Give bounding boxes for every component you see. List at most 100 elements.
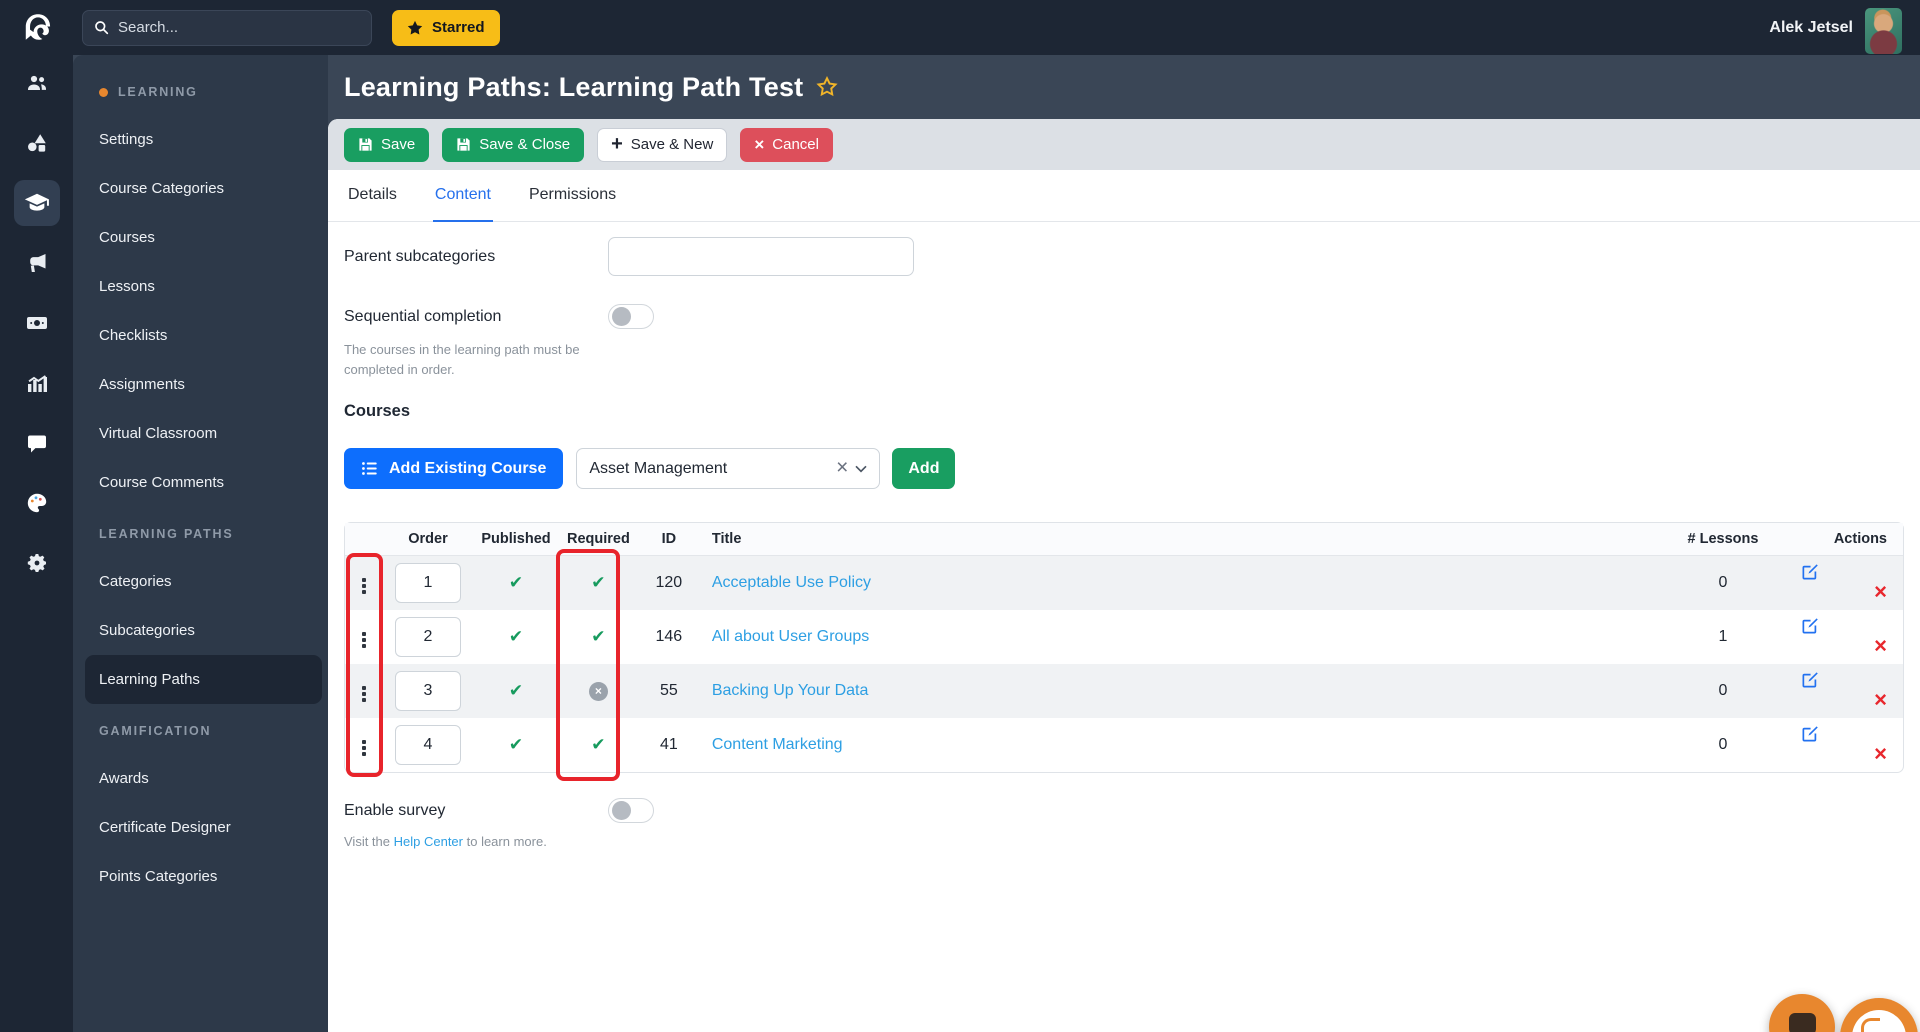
save-and-new-button[interactable]: + Save & New <box>597 127 728 162</box>
course-link[interactable]: Acceptable Use Policy <box>712 574 871 591</box>
order-cell <box>383 556 473 610</box>
required-cell: ✔ <box>559 556 638 610</box>
drag-handle-icon[interactable] <box>358 682 370 706</box>
add-existing-course-button[interactable]: Add Existing Course <box>344 448 564 489</box>
published-check-icon: ✔ <box>508 573 524 593</box>
search-box <box>82 9 372 46</box>
search-input[interactable] <box>118 19 360 36</box>
actions-cell: × <box>1793 556 1903 610</box>
sequential-completion-label: Sequential completion <box>344 307 502 325</box>
sidebar-item-virtual-classroom[interactable]: Virtual Classroom <box>73 409 328 458</box>
table-body: ✔ ✔ 120 Acceptable Use Policy 0 × ✔ ✔ 146 All abo… <box>345 556 1903 772</box>
tab-content[interactable]: Content <box>432 170 493 222</box>
save-and-close-button[interactable]: Save & Close <box>442 127 585 162</box>
course-select-value: Asset Management <box>589 459 728 477</box>
table-row: ✔ × 55 Backing Up Your Data 0 × <box>345 664 1903 718</box>
app-logo-icon[interactable] <box>20 10 56 46</box>
rail-users-icon[interactable] <box>14 60 60 106</box>
column-header-drag <box>345 523 383 556</box>
main: Learning Paths: Learning Path Test Save … <box>328 55 1920 1032</box>
avatar[interactable] <box>1865 7 1902 54</box>
rail-payments-icon[interactable] <box>14 300 60 346</box>
delete-icon[interactable]: × <box>1874 633 1887 658</box>
rail-graduation-cap-icon[interactable] <box>13 180 60 226</box>
drag-handle-icon[interactable] <box>358 628 370 652</box>
drag-cell <box>345 610 383 664</box>
starred-button[interactable]: Starred <box>392 9 500 46</box>
published-cell: ✔ <box>473 556 559 610</box>
enable-survey-label: Enable survey <box>344 801 446 819</box>
required-check-icon: ✔ <box>591 573 606 593</box>
enable-survey-row: Enable survey <box>344 798 1904 823</box>
required-cell: ✔ <box>559 718 638 772</box>
tab-permissions[interactable]: Permissions <box>527 170 618 222</box>
topbar: Starred Alek Jetsel <box>0 0 1920 55</box>
drag-cell <box>345 664 383 718</box>
sidebar-item-lessons[interactable]: Lessons <box>73 262 328 311</box>
sidebar-item-checklists[interactable]: Checklists <box>73 311 328 360</box>
published-cell: ✔ <box>473 664 559 718</box>
save-icon <box>457 138 470 151</box>
sidebar-item-courses[interactable]: Courses <box>73 213 328 262</box>
course-id: 41 <box>659 736 678 753</box>
order-input[interactable] <box>395 671 461 711</box>
sidebar-item-points-categories[interactable]: Points Categories <box>73 852 328 901</box>
sidebar-item-categories[interactable]: Categories <box>73 557 328 606</box>
rail-appearance-icon[interactable] <box>14 480 60 526</box>
favorite-star-icon[interactable] <box>816 76 838 98</box>
table-row: ✔ ✔ 120 Acceptable Use Policy 0 × <box>345 556 1903 610</box>
sidebar-item-settings[interactable]: Settings <box>73 115 328 164</box>
table-header-row: Order Published Required ID Title # Lessons Ac… <box>345 523 1903 556</box>
order-cell <box>383 718 473 772</box>
drag-handle-icon[interactable] <box>358 736 370 760</box>
order-input[interactable] <box>395 617 461 657</box>
sidebar-item-subcategories[interactable]: Subcategories <box>73 606 328 655</box>
rail-settings-icon[interactable] <box>14 540 60 586</box>
order-input[interactable] <box>395 725 461 765</box>
sequential-completion-toggle[interactable] <box>608 304 654 329</box>
tab-details[interactable]: Details <box>346 170 399 222</box>
published-cell: ✔ <box>473 610 559 664</box>
chat-bubble-icon <box>1789 1013 1816 1032</box>
help-center-link[interactable]: Help Center <box>394 834 463 849</box>
lessons-count: 1 <box>1718 628 1728 645</box>
column-header-required: Required <box>559 523 638 556</box>
parent-subcategories-input[interactable] <box>608 237 914 276</box>
published-check-icon: ✔ <box>508 735 524 755</box>
sidebar-item-assignments[interactable]: Assignments <box>73 360 328 409</box>
rail-shapes-icon[interactable] <box>14 120 60 166</box>
cancel-button[interactable]: × Cancel <box>740 127 833 162</box>
sidebar-item-course-comments[interactable]: Course Comments <box>73 458 328 507</box>
add-course-button[interactable]: Add <box>892 448 956 489</box>
column-header-actions: Actions <box>1793 523 1903 556</box>
menu-section-learning: LEARNING <box>73 69 328 115</box>
clear-selection-icon[interactable]: × <box>836 457 855 480</box>
user-name: Alek Jetsel <box>1769 18 1853 36</box>
rail-messages-icon[interactable] <box>14 420 60 466</box>
menu-section-label: LEARNING <box>118 85 198 99</box>
save-button[interactable]: Save <box>344 127 430 162</box>
delete-icon[interactable]: × <box>1874 579 1887 604</box>
course-select[interactable]: Asset Management × <box>576 448 881 489</box>
column-header-title: Title <box>699 523 1653 556</box>
order-cell <box>383 664 473 718</box>
rail-megaphone-icon[interactable] <box>14 240 60 286</box>
drag-handle-icon[interactable] <box>358 574 370 598</box>
menu-section-learning-paths: LEARNING PATHS <box>73 511 328 557</box>
enable-survey-toggle[interactable] <box>608 798 654 823</box>
course-link[interactable]: Backing Up Your Data <box>712 682 869 699</box>
delete-icon[interactable]: × <box>1874 687 1887 712</box>
sidebar-item-certificate-designer[interactable]: Certificate Designer <box>73 803 328 852</box>
lessons-count: 0 <box>1653 664 1793 718</box>
rail-analytics-icon[interactable] <box>14 360 60 406</box>
course-id: 146 <box>655 628 683 645</box>
sidebar-item-awards[interactable]: Awards <box>73 754 328 803</box>
course-link[interactable]: Content Marketing <box>712 736 843 753</box>
course-link[interactable]: All about User Groups <box>712 628 869 645</box>
sidebar-item-course-categories[interactable]: Course Categories <box>73 164 328 213</box>
menu-section-label: GAMIFICATION <box>99 724 212 738</box>
lessons-count: 0 <box>1718 736 1728 753</box>
sidebar-item-learning-paths[interactable]: Learning Paths <box>85 655 322 704</box>
delete-icon[interactable]: × <box>1874 741 1887 766</box>
order-input[interactable] <box>395 563 461 603</box>
